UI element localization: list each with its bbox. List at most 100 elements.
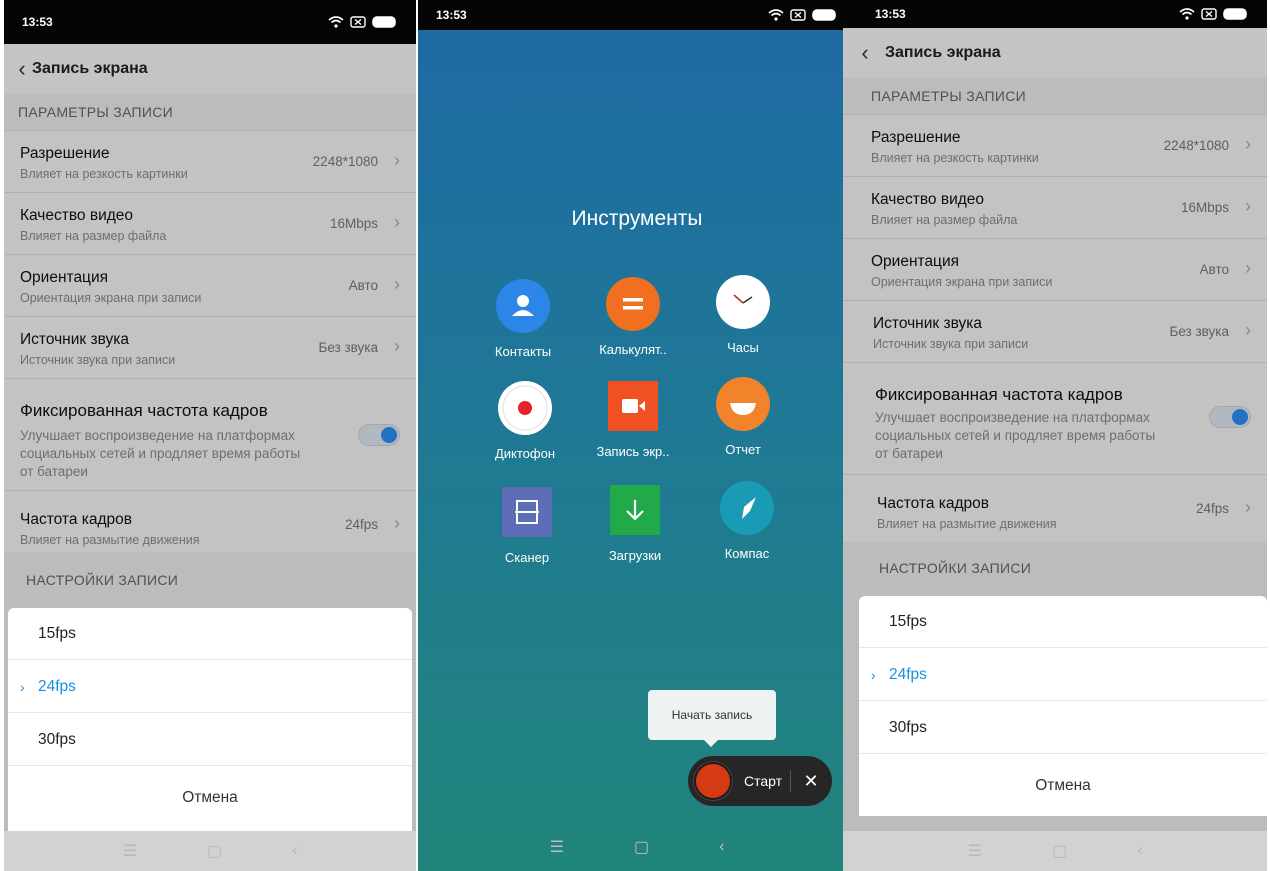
chevron-right-icon: ›	[1245, 258, 1251, 278]
option-label: 24fps	[38, 677, 76, 695]
fps-option-30[interactable]: 30fps	[8, 714, 412, 766]
tool-calculator[interactable]: Калькулят..	[578, 276, 688, 357]
row-subtitle: Влияет на размытие движения	[20, 533, 200, 547]
compass-icon	[720, 481, 774, 535]
chevron-right-icon: ›	[1245, 320, 1251, 340]
row-title: Ориентация	[871, 253, 959, 270]
contacts-icon	[496, 279, 550, 333]
frame-rate-row[interactable]: Частота кадров Влияет на размытие движен…	[843, 474, 1267, 542]
row-subtitle-3: от батареи	[875, 446, 943, 461]
tool-label: Загрузки	[608, 548, 662, 563]
frame-rate-row[interactable]: Частота кадров Влияет на размытие движен…	[4, 490, 416, 552]
audio-source-row[interactable]: Источник звука Источник звука при записи…	[4, 316, 416, 378]
video-quality-row[interactable]: Качество видео Влияет на размер файла 16…	[4, 192, 416, 254]
row-value: Авто	[348, 278, 378, 293]
tool-label: Компас	[724, 546, 770, 561]
row-title: Разрешение	[20, 145, 110, 162]
home-icon[interactable]: ▢	[634, 837, 649, 857]
orientation-row[interactable]: Ориентация Ориентация экрана при записи …	[4, 254, 416, 316]
record-button[interactable]	[694, 762, 732, 800]
row-value: 16Mbps	[329, 216, 378, 231]
home-icon[interactable]: ▢	[1052, 841, 1067, 861]
fps-option-15[interactable]: 15fps	[8, 608, 412, 660]
row-value: Без звука	[1169, 324, 1229, 339]
nav-bar: ☰ ▢ ‹	[4, 831, 416, 871]
tool-label: Отчет	[725, 442, 761, 457]
back-arrow-icon[interactable]: ‹	[855, 28, 875, 78]
tools-screen: 13:53 Инструменты Контакты Калькулят.. Ч…	[418, 0, 856, 871]
chevron-right-icon: ›	[1245, 196, 1251, 216]
settings-body: ‹ Запись экрана ПАРАМЕТРЫ ЗАПИСИ Разреше…	[843, 28, 1267, 871]
row-value: Без звука	[318, 340, 378, 355]
row-subtitle: Влияет на размытие движения	[877, 517, 1057, 531]
selected-chevron-icon: ›	[20, 678, 25, 695]
chevron-right-icon: ›	[1245, 497, 1251, 517]
fixed-fps-toggle[interactable]	[1209, 406, 1251, 428]
row-subtitle: Влияет на размер файла	[20, 229, 167, 243]
cancel-button[interactable]: Отмена	[859, 755, 1267, 817]
status-time: 13:53	[875, 7, 906, 21]
chevron-right-icon: ›	[394, 212, 400, 232]
row-title: Частота кадров	[877, 495, 990, 512]
status-bar: 13:53	[4, 0, 416, 44]
fps-option-24[interactable]: › 24fps	[859, 649, 1267, 701]
status-time: 13:53	[436, 8, 467, 22]
row-subtitle: Влияет на размер файла	[871, 213, 1018, 227]
section-header-settings: НАСТРОЙКИ ЗАПИСИ	[26, 572, 179, 588]
option-label: 24fps	[889, 665, 927, 683]
tool-screen-record[interactable]: Запись экр..	[578, 378, 688, 459]
chevron-right-icon: ›	[394, 336, 400, 356]
tool-clock[interactable]: Часы	[688, 274, 798, 355]
status-time: 13:53	[22, 15, 53, 29]
menu-icon[interactable]: ☰	[550, 837, 564, 857]
tool-downloads[interactable]: Загрузки	[580, 482, 690, 563]
tool-label: Калькулят..	[599, 342, 667, 357]
orientation-row[interactable]: Ориентация Ориентация экрана при записи …	[843, 238, 1267, 300]
toggle-knob	[381, 427, 397, 443]
screen-record-icon	[608, 381, 658, 431]
menu-icon[interactable]: ☰	[123, 841, 137, 861]
header-bar: ‹ Запись экрана	[843, 28, 1267, 78]
fps-picker-sheet: 15fps › 24fps 30fps Отмена	[859, 596, 1267, 816]
cancel-button[interactable]: Отмена	[8, 767, 412, 829]
row-value: 2248*1080	[1163, 138, 1229, 153]
tool-compass[interactable]: Компас	[692, 480, 802, 561]
fps-option-15[interactable]: 15fps	[859, 596, 1267, 648]
recorder-icon	[498, 381, 552, 435]
back-icon[interactable]: ‹	[292, 842, 297, 860]
section-header-params: ПАРАМЕТРЫ ЗАПИСИ	[18, 104, 174, 120]
battery-icon	[1223, 8, 1247, 20]
tool-contacts[interactable]: Контакты	[468, 278, 578, 359]
back-icon[interactable]: ‹	[1137, 842, 1142, 860]
fixed-fps-toggle[interactable]	[358, 424, 400, 446]
row-subtitle: Ориентация экрана при записи	[871, 275, 1053, 289]
tool-label: Сканер	[504, 550, 550, 565]
back-arrow-icon[interactable]: ‹	[12, 44, 32, 94]
fps-option-30[interactable]: 30fps	[859, 702, 1267, 754]
nav-bar: ☰ ▢ ‹	[418, 823, 856, 871]
back-icon[interactable]: ‹	[719, 838, 724, 856]
resolution-row[interactable]: Разрешение Влияет на резкость картинки 2…	[4, 130, 416, 192]
row-subtitle: Влияет на резкость картинки	[871, 151, 1039, 165]
audio-source-row[interactable]: Источник звука Источник звука при записи…	[843, 300, 1267, 362]
tool-feedback[interactable]: Отчет	[688, 376, 798, 457]
video-quality-row[interactable]: Качество видео Влияет на размер файла 16…	[843, 176, 1267, 238]
close-icon[interactable]: ✕	[800, 756, 822, 806]
row-title: Источник звука	[873, 315, 982, 332]
row-subtitle: Источник звука при записи	[873, 337, 1029, 351]
nav-bar: ☰ ▢ ‹	[843, 831, 1267, 871]
start-label[interactable]: Старт	[744, 756, 782, 806]
tool-recorder[interactable]: Диктофон	[470, 380, 580, 461]
home-icon[interactable]: ▢	[207, 841, 222, 861]
menu-icon[interactable]: ☰	[968, 841, 982, 861]
tools-title: Инструменты	[571, 207, 703, 230]
row-title: Источник звука	[20, 331, 129, 348]
resolution-row[interactable]: Разрешение Влияет на резкость картинки 2…	[843, 114, 1267, 176]
row-title: Разрешение	[871, 129, 961, 146]
calculator-icon	[606, 277, 660, 331]
row-subtitle-1: Улучшает воспроизведение на платформах	[875, 410, 1150, 425]
row-subtitle-2: социальных сетей и продляет время работы	[875, 428, 1156, 443]
tool-scanner[interactable]: Сканер	[472, 484, 582, 565]
no-sim-icon	[1201, 8, 1217, 20]
fps-option-24[interactable]: › 24fps	[8, 661, 412, 713]
